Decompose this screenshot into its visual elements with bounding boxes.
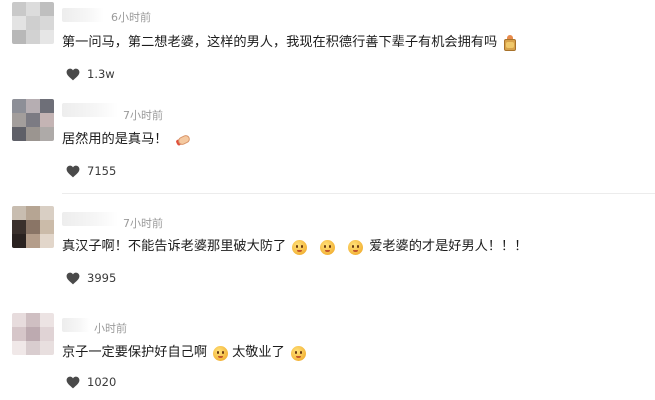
avatar-tile	[40, 16, 54, 30]
avatar-tile	[12, 234, 26, 248]
avatar-tile	[12, 2, 26, 16]
like-button[interactable]: 7155	[66, 164, 116, 178]
avatar-tile	[12, 16, 26, 30]
comment-time: 小时前	[94, 322, 127, 335]
gift-emoji-icon	[503, 35, 517, 51]
heart-icon	[66, 165, 80, 177]
avatar[interactable]	[12, 206, 54, 248]
comment-text-part: 真汉子啊！不能告诉老婆那里破大防了	[62, 239, 287, 254]
smiley-emoji-icon	[320, 239, 336, 255]
smiley-emoji-icon	[292, 239, 308, 255]
avatar-tile	[12, 206, 26, 220]
heart-icon	[66, 272, 80, 284]
avatar-tile	[40, 313, 54, 327]
username-blurred[interactable]	[62, 8, 104, 22]
avatar-tile	[12, 220, 26, 234]
avatar-tile	[26, 99, 40, 113]
comment-time: 6小时前	[111, 11, 151, 24]
avatar-tile	[26, 220, 40, 234]
avatar-tile	[40, 2, 54, 16]
like-button[interactable]: 1.3w	[66, 67, 115, 81]
username-blurred[interactable]	[62, 318, 90, 332]
divider	[62, 193, 655, 194]
avatar-tile	[12, 30, 26, 44]
comment-time: 7小时前	[123, 109, 163, 122]
avatar[interactable]	[12, 313, 54, 355]
comment-text-part: 爱老婆的才是好男人！！！	[369, 239, 528, 254]
hand-emoji-icon	[173, 130, 193, 149]
username-blurred[interactable]	[62, 103, 118, 117]
avatar-tile	[40, 30, 54, 44]
avatar-tile	[26, 16, 40, 30]
like-button[interactable]: 3995	[66, 271, 116, 285]
comment-time: 7小时前	[123, 217, 163, 230]
username-blurred[interactable]	[62, 212, 118, 226]
avatar-tile	[12, 113, 26, 127]
like-count: 1.3w	[87, 67, 115, 81]
comment-text-part: 太敬业了	[232, 345, 285, 360]
avatar-tile	[26, 327, 40, 341]
like-count: 7155	[87, 164, 117, 178]
avatar-tile	[40, 113, 54, 127]
comment-text-part: 居然用的是真马！	[62, 132, 168, 147]
avatar-tile	[26, 341, 40, 355]
comment-text[interactable]: 京子一定要保护好自己啊 太敬业了	[62, 344, 309, 362]
comment-text[interactable]: 居然用的是真马！	[62, 131, 192, 149]
avatar-tile	[12, 313, 26, 327]
avatar[interactable]	[12, 99, 54, 141]
like-count: 3995	[87, 271, 117, 285]
avatar-tile	[26, 127, 40, 141]
comment-text-part: 京子一定要保护好自己啊	[62, 345, 208, 360]
avatar-tile	[26, 2, 40, 16]
avatar-tile	[26, 234, 40, 248]
avatar-tile	[26, 206, 40, 220]
avatar-tile	[12, 341, 26, 355]
avatar-tile	[40, 234, 54, 248]
smiley-emoji-icon	[290, 345, 306, 361]
smiley-emoji-icon	[213, 345, 229, 361]
avatar-tile	[40, 127, 54, 141]
comment-text[interactable]: 真汉子啊！不能告诉老婆那里破大防了 爱老婆的才是好男人！！！	[62, 238, 527, 256]
avatar-tile	[40, 327, 54, 341]
comment-text-part: 第一问马，第二想老婆，这样的男人，我现在积德行善下辈子有机会拥有吗	[62, 35, 498, 50]
avatar-tile	[40, 341, 54, 355]
comment-text[interactable]: 第一问马，第二想老婆，这样的男人，我现在积德行善下辈子有机会拥有吗	[62, 34, 517, 52]
avatar-tile	[12, 327, 26, 341]
avatar-tile	[12, 127, 26, 141]
avatar-tile	[12, 99, 26, 113]
like-count: 1020	[87, 375, 117, 389]
avatar-tile	[26, 113, 40, 127]
smiley-emoji-icon	[348, 239, 364, 255]
avatar-tile	[40, 206, 54, 220]
avatar-tile	[40, 220, 54, 234]
avatar[interactable]	[12, 2, 54, 44]
heart-icon	[66, 68, 80, 80]
avatar-tile	[26, 313, 40, 327]
avatar-tile	[40, 99, 54, 113]
like-button[interactable]: 1020	[66, 375, 116, 389]
avatar-tile	[26, 30, 40, 44]
heart-icon	[66, 376, 80, 388]
